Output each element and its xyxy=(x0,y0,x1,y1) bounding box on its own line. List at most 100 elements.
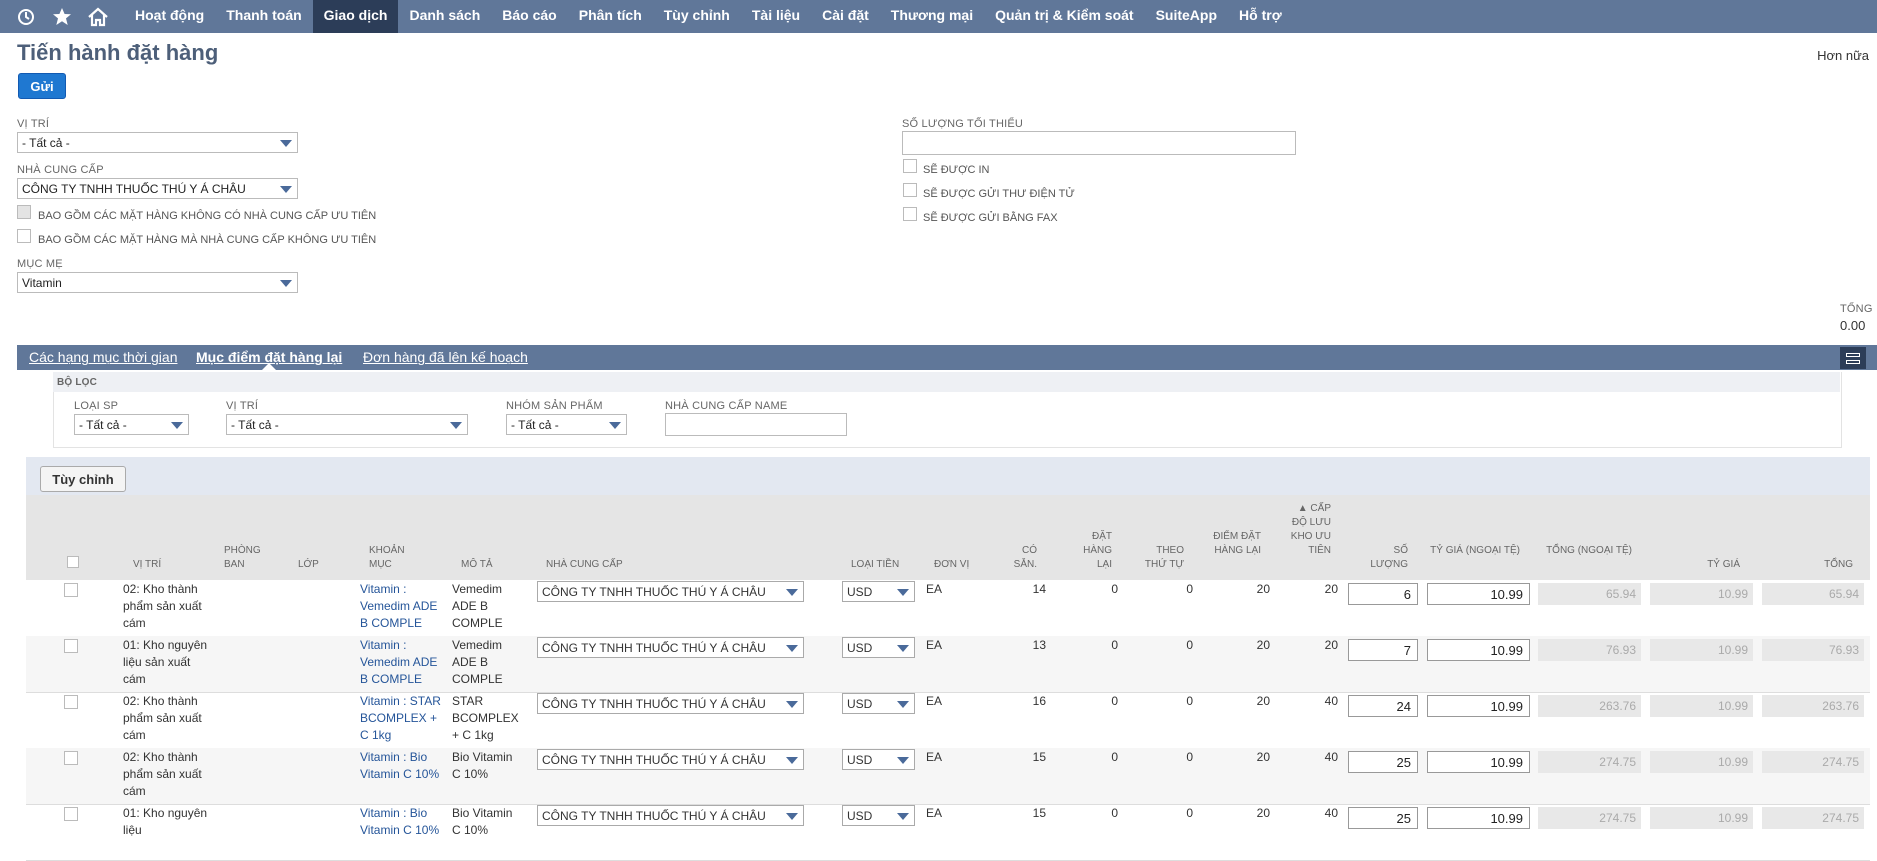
more-link[interactable]: Hơn nữa xyxy=(1817,48,1869,63)
vendor-select-value: CÔNG TY TNHH THUỐC THÚ Y Á CHÂU xyxy=(22,182,246,196)
filter-type-select[interactable]: - Tất cả - xyxy=(74,414,189,435)
customize-button[interactable]: Tùy chỉnh xyxy=(40,466,126,492)
col-total[interactable]: TỔNG xyxy=(1760,558,1853,572)
no-pref-vendor-checkbox[interactable] xyxy=(17,205,31,219)
recent-icon[interactable] xyxy=(8,0,44,33)
chevron-down-icon xyxy=(897,701,909,708)
nav-item-admin-control[interactable]: Quản trị & Kiểm soát xyxy=(984,0,1144,33)
row-currency-select[interactable]: USD xyxy=(842,749,915,770)
col-description[interactable]: MÔ TẢ xyxy=(461,558,492,572)
tab-time-items[interactable]: Các hạng mục thời gian xyxy=(29,349,177,365)
row-rate-fx-input[interactable]: 10.99 xyxy=(1427,807,1530,829)
row-total-fx: 76.93 xyxy=(1538,639,1641,661)
col-total-fx[interactable]: TỔNG (NGOẠI TỆ) xyxy=(1540,544,1632,558)
nav-item-documents[interactable]: Tài liệu xyxy=(741,0,811,33)
nav-item-reports[interactable]: Báo cáo xyxy=(491,0,567,33)
row-currency-select[interactable]: USD xyxy=(842,693,915,714)
nav-item-activities[interactable]: Hoạt động xyxy=(124,0,215,33)
nav-item-lists[interactable]: Danh sách xyxy=(398,0,491,33)
row-rate-fx-input[interactable]: 10.99 xyxy=(1427,751,1530,773)
location-select[interactable]: - Tất cả - xyxy=(17,132,298,153)
row-vendor-select[interactable]: CÔNG TY TNHH THUỐC THÚ Y Á CHÂU xyxy=(537,637,804,658)
row-currency-select[interactable]: USD xyxy=(842,581,915,602)
nav-item-analytics[interactable]: Phân tích xyxy=(568,0,653,33)
nav-item-support[interactable]: Hỗ trợ xyxy=(1228,0,1293,33)
row-item-link[interactable]: Vitamin : Bio Vitamin C 10% xyxy=(360,805,444,839)
row-vendor-select[interactable]: CÔNG TY TNHH THUỐC THÚ Y Á CHÂU xyxy=(537,693,804,714)
to-be-printed-checkbox[interactable] xyxy=(903,159,917,173)
row-select-checkbox[interactable] xyxy=(64,695,78,709)
row-item-link[interactable]: Vitamin : Vemedim ADE B COMPLE xyxy=(360,581,444,632)
row-rate-fx-input[interactable]: 10.99 xyxy=(1427,583,1530,605)
parent-item-select[interactable]: Vitamin xyxy=(17,272,298,293)
row-quantity-input[interactable]: 7 xyxy=(1348,639,1418,661)
to-be-faxed-checkbox[interactable] xyxy=(903,207,917,221)
chevron-down-icon xyxy=(786,645,798,652)
col-on-order[interactable]: THEO THỨ TỰ xyxy=(1140,544,1184,572)
row-rate-fx-input[interactable]: 10.99 xyxy=(1427,695,1530,717)
col-vendor[interactable]: NHÀ CUNG CẤP xyxy=(546,558,623,572)
row-select-checkbox[interactable] xyxy=(64,639,78,653)
row-currency-select[interactable]: USD xyxy=(842,805,915,826)
min-qty-input[interactable] xyxy=(902,131,1296,155)
to-be-emailed-checkbox[interactable] xyxy=(903,183,917,197)
nav-item-suiteapp[interactable]: SuiteApp xyxy=(1145,0,1228,33)
to-be-emailed-label: SẼ ĐƯỢC GỬI THƯ ĐIỆN TỬ xyxy=(923,188,1075,200)
row-select-checkbox[interactable] xyxy=(64,751,78,765)
row-item-link[interactable]: Vitamin : Vemedim ADE B COMPLE xyxy=(360,637,444,688)
col-location[interactable]: VỊ TRÍ xyxy=(133,558,161,572)
filter-location-select[interactable]: - Tất cả - xyxy=(226,414,468,435)
nav-item-commerce[interactable]: Thương mại xyxy=(880,0,984,33)
row-vendor-select[interactable]: CÔNG TY TNHH THUỐC THÚ Y Á CHÂU xyxy=(537,805,804,826)
home-icon[interactable] xyxy=(80,0,116,33)
row-location: 02: Kho thành phẩm sản xuất cám xyxy=(123,582,202,630)
nav-item-setup[interactable]: Cài đặt xyxy=(811,0,880,33)
row-unit: EA xyxy=(926,694,943,708)
col-class[interactable]: LỚP xyxy=(298,558,319,572)
col-quantity[interactable]: SỐ LƯỢNG xyxy=(1366,544,1408,572)
row-item-link[interactable]: Vitamin : Bio Vitamin C 10% xyxy=(360,749,444,783)
row-rate-fx-input[interactable]: 10.99 xyxy=(1427,639,1530,661)
col-rate-fx[interactable]: TỶ GIÁ (NGOẠI TỆ) xyxy=(1430,544,1520,558)
col-unit[interactable]: ĐƠN VỊ xyxy=(934,558,969,572)
col-department[interactable]: PHÒNG BAN xyxy=(224,544,269,572)
row-currency-select[interactable]: USD xyxy=(842,637,915,658)
filter-vendor-name-input[interactable] xyxy=(665,413,847,436)
col-item[interactable]: KHOẢN MỤC xyxy=(369,544,417,572)
col-currency[interactable]: LOẠI TIỀN xyxy=(851,558,899,572)
row-quantity-input[interactable]: 25 xyxy=(1348,751,1418,773)
filter-group-label: NHÓM SẢN PHẨM xyxy=(506,400,603,412)
star-icon[interactable] xyxy=(44,0,80,33)
parent-item-label: MỤC MẸ xyxy=(17,258,63,270)
tab-planned-orders[interactable]: Đơn hàng đã lên kế hoạch xyxy=(363,349,528,365)
nav-item-payments[interactable]: Thanh toán xyxy=(215,0,312,33)
col-reorder-point[interactable]: ĐIỂM ĐẶT HÀNG LẠI xyxy=(1203,530,1261,558)
nav-item-transactions[interactable]: Giao dịch xyxy=(312,0,399,33)
row-total-fx: 263.76 xyxy=(1538,695,1641,717)
col-pref-stock-level[interactable]: ▲ CẤP ĐỘ LƯU KHO ƯU TIÊN xyxy=(1285,502,1331,558)
row-vendor-select[interactable]: CÔNG TY TNHH THUỐC THÚ Y Á CHÂU xyxy=(537,749,804,770)
not-pref-vendor-checkbox[interactable] xyxy=(17,229,31,243)
filter-group-select[interactable]: - Tất cả - xyxy=(506,414,627,435)
col-reorder[interactable]: ĐẶT HÀNG LẠI xyxy=(1082,530,1112,572)
row-quantity-input[interactable]: 25 xyxy=(1348,807,1418,829)
filter-vendor-name-label: NHÀ CUNG CẤP NAME xyxy=(665,400,788,412)
row-unit: EA xyxy=(926,806,943,820)
row-on-order: 0 xyxy=(1186,582,1193,596)
list-view-icon[interactable] xyxy=(1840,347,1866,369)
col-available[interactable]: CÓ SẴN. xyxy=(1003,544,1037,572)
col-rate[interactable]: TỶ GIÁ xyxy=(1650,558,1740,572)
row-quantity-input[interactable]: 6 xyxy=(1348,583,1418,605)
row-quantity-input[interactable]: 24 xyxy=(1348,695,1418,717)
chevron-down-icon xyxy=(450,422,462,429)
select-all-checkbox[interactable] xyxy=(67,556,79,568)
row-select-checkbox[interactable] xyxy=(64,583,78,597)
row-item-link[interactable]: Vitamin : STAR BCOMPLEX + C 1kg xyxy=(360,693,444,744)
row-vendor-select[interactable]: CÔNG TY TNHH THUỐC THÚ Y Á CHÂU xyxy=(537,581,804,602)
row-vendor-value: CÔNG TY TNHH THUỐC THÚ Y Á CHÂU xyxy=(542,585,766,599)
nav-item-customization[interactable]: Tùy chỉnh xyxy=(653,0,741,33)
submit-button[interactable]: Gửi xyxy=(18,73,66,99)
row-currency-value: USD xyxy=(847,585,873,599)
vendor-select[interactable]: CÔNG TY TNHH THUỐC THÚ Y Á CHÂU xyxy=(17,178,298,199)
row-select-checkbox[interactable] xyxy=(64,807,78,821)
